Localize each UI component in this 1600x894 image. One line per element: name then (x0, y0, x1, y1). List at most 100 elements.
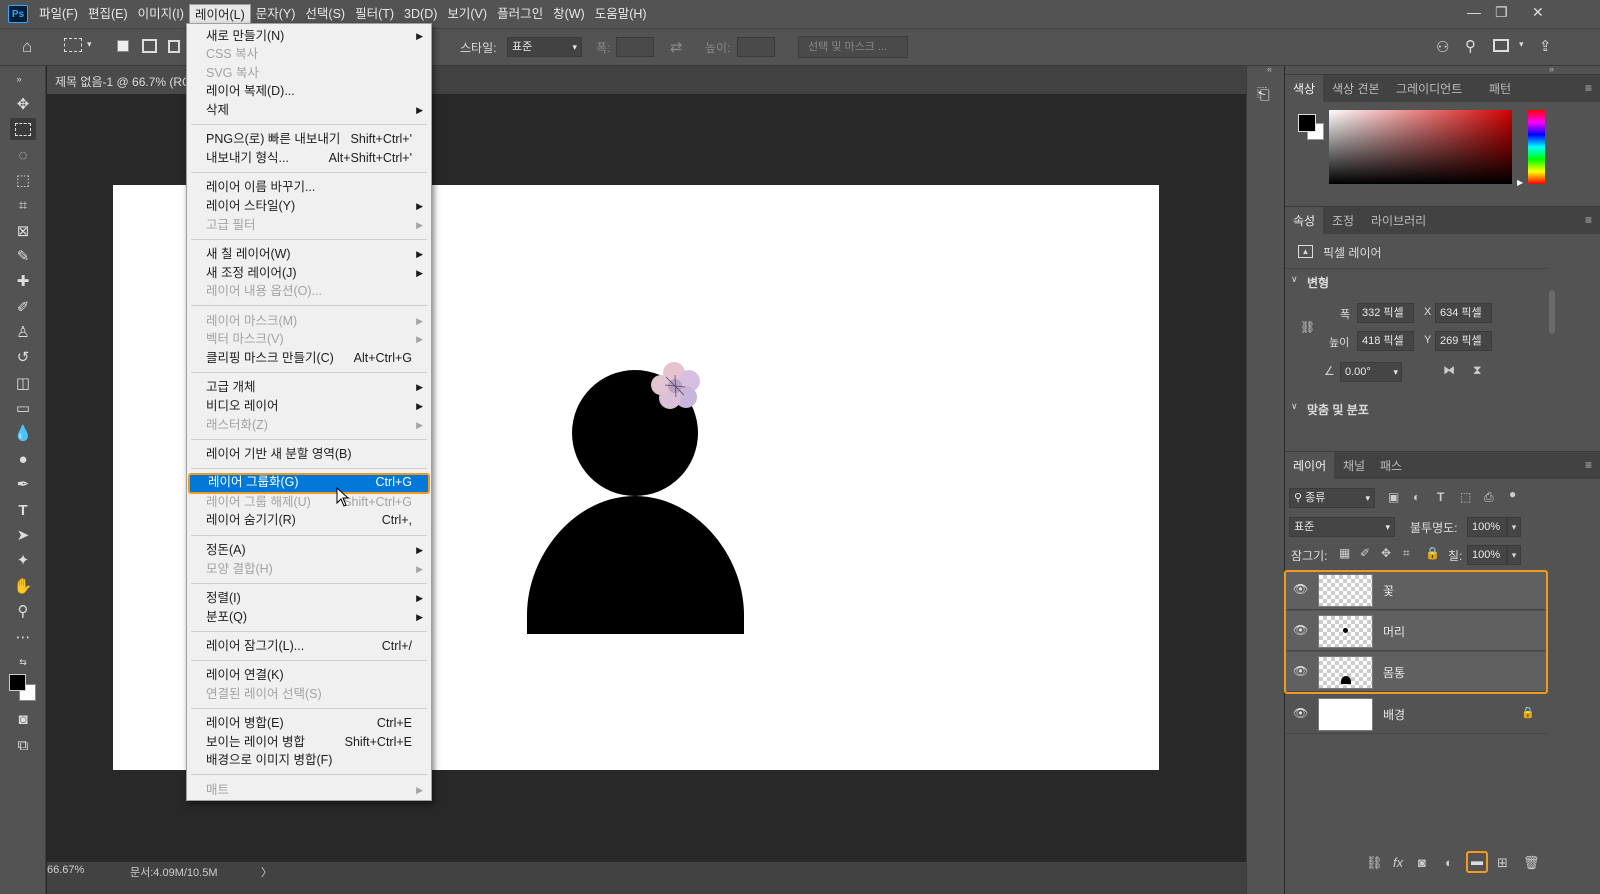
menu-item-copy-svg[interactable]: SVG 복사 (188, 64, 430, 83)
marquee-tool-icon[interactable] (64, 38, 82, 52)
layer-row-background[interactable]: 👁 배경 🔒 (1285, 694, 1547, 734)
width-field[interactable]: 332 픽셀 (1357, 303, 1414, 323)
tab-layers[interactable]: 레이어 (1285, 452, 1335, 480)
history-panel-icon[interactable]: ⎗ (1257, 86, 1270, 104)
new-adjustment-icon[interactable]: ◐ (1445, 855, 1453, 870)
blur-tool-icon[interactable]: 💧 (10, 422, 36, 444)
move-tool-icon[interactable]: ✥ (10, 93, 36, 115)
menu-item-combine-shapes[interactable]: 모양 결합(H) ▶ (188, 560, 430, 579)
menu-item-layer-mask[interactable]: 레이어 마스크(M) ▶ (188, 312, 430, 331)
status-arrow-icon[interactable]: 〉 (261, 864, 272, 880)
style-select[interactable]: 표준 ▾ (507, 37, 582, 57)
dodge-tool-icon[interactable]: ● (10, 448, 36, 470)
menu-item-new[interactable]: 새로 만들기(N) ▶ (188, 27, 430, 46)
zoom-tool-icon[interactable]: ⚲ (10, 600, 36, 622)
menu-item-copy-css[interactable]: CSS 복사 (188, 45, 430, 64)
menu-item-matting[interactable]: 매트 ▶ (188, 781, 430, 800)
menu-item-ungroup-layers[interactable]: 레이어 그룹 해제(U) Shift+Ctrl+G (188, 493, 430, 512)
lock-pixels-icon[interactable]: ✐ (1360, 546, 1370, 560)
menu-item-smart-objects[interactable]: 고급 개체 ▶ (188, 378, 430, 397)
tab-adjustments[interactable]: 조정 (1324, 207, 1362, 235)
menu-filter[interactable]: 필터(T) (350, 4, 399, 24)
healing-brush-tool-icon[interactable]: ✚ (10, 270, 36, 292)
menu-item-vector-mask[interactable]: 벡터 마스크(V) ▶ (188, 330, 430, 349)
menu-item-layer-content-options[interactable]: 레이어 내용 옵션(O)... (188, 282, 430, 301)
align-distribute-section-title[interactable]: 맞춤 및 분포 (1307, 401, 1369, 418)
lasso-tool-icon[interactable]: ◌ (10, 144, 36, 166)
foreground-color-swatch[interactable] (1298, 114, 1316, 132)
panel-menu-icon[interactable]: ≡ (1585, 458, 1592, 472)
filter-pixel-icon[interactable]: ▣ (1388, 490, 1399, 504)
eye-icon[interactable]: 👁 (1293, 706, 1309, 720)
filter-adjustment-icon[interactable]: ◐ (1413, 490, 1420, 504)
hue-slider[interactable] (1528, 110, 1545, 184)
more-tools-icon[interactable]: ⋯ (10, 626, 36, 648)
tab-patterns[interactable]: 패턴 (1481, 75, 1519, 103)
eyedropper-tool-icon[interactable]: ✎ (10, 245, 36, 267)
menu-item-rasterize[interactable]: 래스터화(Z) ▶ (188, 416, 430, 435)
shape-tool-icon[interactable]: ✦ (10, 549, 36, 571)
fill-field[interactable]: 100% (1467, 545, 1507, 565)
share-icon[interactable]: ⇪ (1539, 37, 1552, 55)
menu-item-merge-visible[interactable]: 보이는 레이어 병합 Shift+Ctrl+E (188, 733, 430, 752)
collapse-tools-icon[interactable]: » (6, 68, 32, 90)
search-icon[interactable]: ⚲ (1465, 37, 1476, 55)
menu-3d[interactable]: 3D(D) (399, 4, 442, 24)
menu-item-flatten-image[interactable]: 배경으로 이미지 병합(F) (188, 751, 430, 770)
screen-mode-icon[interactable]: ⧉ (10, 734, 36, 756)
lock-position-icon[interactable]: ✥ (1381, 546, 1391, 560)
filter-type-icon[interactable]: T (1437, 490, 1444, 504)
clone-stamp-tool-icon[interactable]: ♙ (10, 321, 36, 343)
link-layers-icon[interactable]: ⛓ (1366, 855, 1383, 871)
link-icon[interactable]: ⛓ (1300, 320, 1315, 334)
menu-item-link-layers[interactable]: 레이어 연결(K) (188, 666, 430, 685)
workspace-icon[interactable] (1493, 39, 1509, 52)
menu-window[interactable]: 창(W) (548, 4, 590, 24)
swap-icon[interactable]: ⇄ (670, 38, 683, 56)
menu-item-new-adjustment-layer[interactable]: 새 조정 레이어(J) ▶ (188, 264, 430, 283)
menu-item-new-fill-layer[interactable]: 새 칠 레이어(W) ▶ (188, 245, 430, 264)
transform-section-title[interactable]: 변형 (1307, 274, 1329, 291)
subtract-selection-icon[interactable] (168, 40, 180, 53)
add-mask-icon[interactable]: ◙ (1418, 855, 1426, 870)
menu-image[interactable]: 이미지(I) (133, 4, 189, 24)
pen-tool-icon[interactable]: ✒ (10, 473, 36, 495)
tab-paths[interactable]: 패스 (1372, 452, 1410, 480)
maximize-button[interactable]: ❐ (1495, 4, 1508, 21)
filter-toggle-icon[interactable]: ● (1509, 487, 1516, 501)
collapse-icon[interactable]: « (1267, 64, 1272, 74)
lock-artboard-icon[interactable]: ⌗ (1403, 546, 1410, 561)
menu-item-layer-style[interactable]: 레이어 스타일(Y) ▶ (188, 197, 430, 216)
tab-libraries[interactable]: 라이브러리 (1363, 207, 1434, 235)
quick-mask-icon[interactable]: ◙ (10, 708, 36, 730)
tab-channels[interactable]: 채널 (1335, 452, 1373, 480)
fx-icon[interactable]: fx (1393, 855, 1403, 870)
history-brush-tool-icon[interactable]: ↺ (10, 346, 36, 368)
trash-icon[interactable]: 🗑 (1523, 855, 1540, 871)
chevron-down-icon[interactable]: ▾ (1507, 545, 1521, 565)
eraser-tool-icon[interactable]: ◫ (10, 372, 36, 394)
expand-icon[interactable]: » (1549, 64, 1554, 74)
menu-edit[interactable]: 편집(E) (83, 4, 133, 24)
share-account-icon[interactable]: ⚇ (1436, 38, 1449, 56)
menu-item-distribute[interactable]: 분포(Q) ▶ (188, 608, 430, 627)
tab-color[interactable]: 색상 (1285, 75, 1324, 103)
angle-field[interactable]: 0.00° ▾ (1340, 362, 1402, 382)
tab-swatches[interactable]: 색상 견본 (1324, 75, 1388, 103)
menu-item-rename-layer[interactable]: 레이어 이름 바꾸기... (188, 178, 430, 197)
flip-horizontal-icon[interactable]: ⧓ (1443, 363, 1455, 377)
menu-item-lock-layers[interactable]: 레이어 잠그기(L)... Ctrl+/ (188, 637, 430, 656)
layer-filter-select[interactable]: ⚲ 종류 ▾ (1289, 488, 1375, 508)
menu-item-hide-layers[interactable]: 레이어 숨기기(R) Ctrl+, (188, 511, 430, 530)
menu-select[interactable]: 선택(S) (300, 4, 350, 24)
minimize-button[interactable]: — (1467, 4, 1481, 20)
tab-properties[interactable]: 속성 (1285, 207, 1324, 235)
menu-type[interactable]: 문자(Y) (251, 4, 301, 24)
gradient-tool-icon[interactable]: ▭ (10, 397, 36, 419)
object-select-tool-icon[interactable]: ⬚ (10, 169, 36, 191)
panel-menu-icon[interactable]: ≡ (1585, 81, 1592, 95)
menu-item-duplicate-layer[interactable]: 레이어 복제(D)... (188, 82, 430, 101)
chevron-down-icon[interactable]: ∨ (1291, 274, 1298, 285)
menu-item-align[interactable]: 정렬(I) ▶ (188, 589, 430, 608)
properties-scrollbar[interactable] (1549, 280, 1557, 420)
